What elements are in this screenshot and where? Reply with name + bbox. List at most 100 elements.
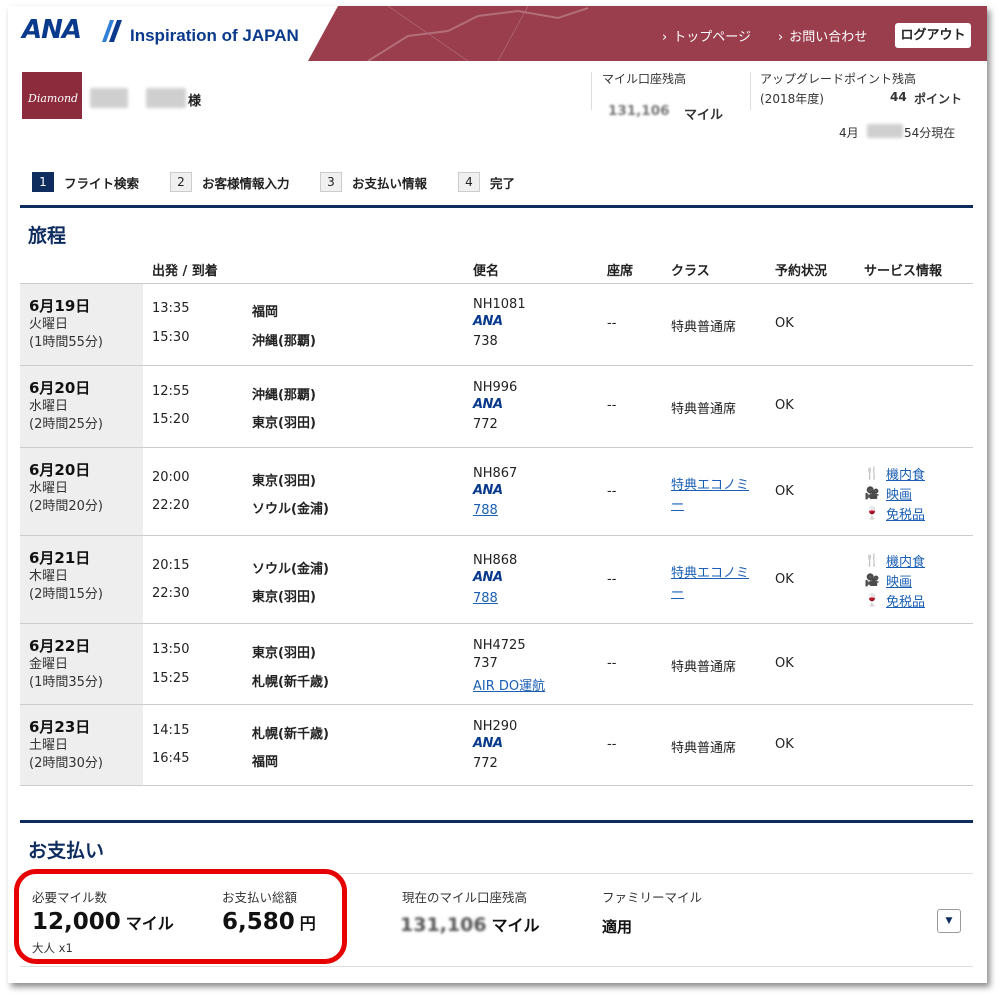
- arr-time: 15:25: [152, 671, 190, 686]
- col-header-class: クラス: [671, 264, 710, 279]
- expand-dropdown-button[interactable]: ▼: [937, 909, 961, 933]
- flight-number: NH4725: [473, 638, 526, 653]
- diamond-status-badge: Diamond: [22, 72, 82, 119]
- step-label: フライト検索: [64, 175, 140, 191]
- seat: --: [607, 572, 617, 587]
- step-number: 2: [170, 172, 192, 192]
- service-dutyfree[interactable]: 🍷 免税品: [864, 590, 926, 610]
- step-label: 完了: [490, 175, 516, 191]
- fare-class-link[interactable]: ー: [671, 582, 684, 601]
- step-number: 3: [320, 172, 342, 192]
- dep-airport: 札幌(新千歳): [252, 727, 329, 742]
- service-link[interactable]: 映画: [886, 484, 912, 503]
- flight-date: 6月23日: [29, 718, 91, 736]
- upgrade-points-unit: ポイント: [914, 92, 963, 106]
- booking-status: OK: [775, 737, 794, 752]
- date-cell: 6月22日 金曜日 (1時間35分): [20, 624, 143, 704]
- divider: [591, 72, 592, 110]
- fork-knife-icon: 🍴: [864, 466, 880, 480]
- fare-class: 特典普通席: [671, 402, 737, 417]
- current-miles-label: 現在のマイル口座残高: [402, 890, 528, 905]
- col-header-services: サービス情報: [864, 264, 943, 279]
- divider: [750, 72, 751, 110]
- seat: --: [607, 316, 617, 331]
- aircraft-type: 738: [473, 334, 498, 349]
- flight-weekday: 木曜日: [29, 569, 69, 584]
- service-meal[interactable]: 🍴 機内食: [864, 463, 926, 483]
- service-dutyfree[interactable]: 🍷 免税品: [864, 503, 926, 523]
- flight-duration: (2時間25分): [29, 417, 103, 432]
- dep-airport: 沖縄(那覇): [252, 388, 316, 403]
- aircraft-link[interactable]: 788: [473, 591, 498, 606]
- booking-status: OK: [775, 316, 794, 331]
- ana-logo[interactable]: ANA: [22, 15, 82, 45]
- seat: --: [607, 737, 617, 752]
- step-label: お客様情報入力: [202, 175, 290, 191]
- service-meal[interactable]: 🍴 機内食: [864, 550, 926, 570]
- seat: --: [607, 398, 617, 413]
- flight-row: 6月20日 水曜日 (2時間20分) 20:00 東京(羽田) 22:20 ソウ…: [20, 447, 973, 535]
- dep-airport: 福岡: [252, 305, 279, 320]
- service-movie[interactable]: 🎥 映画: [864, 570, 925, 590]
- fare-class-link[interactable]: 特典エコノミ: [671, 474, 749, 493]
- col-header-flight: 便名: [473, 264, 500, 279]
- service-link[interactable]: 免税品: [886, 504, 925, 523]
- miles-balance-label: マイル口座残高: [602, 72, 687, 86]
- service-link[interactable]: 免税品: [886, 591, 925, 610]
- services-list: 🍴 機内食 🎥 映画 🍷 免税品: [864, 550, 926, 610]
- date-cell: 6月20日 水曜日 (2時間20分): [20, 448, 143, 535]
- flight-row: 6月19日 火曜日 (1時間55分) 13:35 福岡 15:30 沖縄(那覇)…: [20, 283, 973, 365]
- logout-button[interactable]: ログアウト: [895, 23, 971, 48]
- flight-row: 6月22日 金曜日 (1時間35分) 13:50 東京(羽田) 15:25 札幌…: [20, 623, 973, 704]
- col-header-seat: 座席: [607, 264, 634, 279]
- flight-duration: (2時間15分): [29, 587, 103, 602]
- step-number: 4: [458, 172, 480, 192]
- arr-time: 15:30: [152, 330, 190, 345]
- operator-link[interactable]: AIR DO運航: [473, 675, 545, 694]
- current-miles-value: 131,106 マイル: [400, 912, 540, 936]
- step-complete: 4 完了: [458, 171, 515, 193]
- flight-number: NH867: [473, 466, 518, 481]
- ana-mini-logo: ANA: [473, 314, 503, 329]
- top-page-link[interactable]: トップページ: [662, 26, 751, 45]
- dep-airport: 東京(羽田): [252, 646, 316, 661]
- dep-time: 14:15: [152, 723, 190, 738]
- arr-time: 15:20: [152, 412, 190, 427]
- dep-time: 13:50: [152, 642, 190, 657]
- flight-date: 6月21日: [29, 549, 91, 567]
- ana-mini-logo: ANA: [473, 570, 503, 585]
- arr-airport: 札幌(新千歳): [252, 675, 329, 690]
- flight-weekday: 金曜日: [29, 657, 69, 672]
- fare-class-link[interactable]: ー: [671, 494, 684, 513]
- seat: --: [607, 656, 617, 671]
- dep-time: 13:35: [152, 301, 190, 316]
- step-flight-search: 1 フライト検索: [32, 171, 139, 193]
- dep-time: 12:55: [152, 384, 190, 399]
- step-label: お支払い情報: [352, 175, 428, 191]
- service-link[interactable]: 機内食: [886, 464, 925, 483]
- arr-airport: 沖縄(那覇): [252, 334, 316, 349]
- flight-duration: (1時間55分): [29, 335, 103, 350]
- service-movie[interactable]: 🎥 映画: [864, 483, 925, 503]
- flight-weekday: 火曜日: [29, 317, 69, 332]
- family-miles-value: 適用: [602, 918, 633, 936]
- step-number: 1: [32, 172, 54, 192]
- fare-class: 特典普通席: [671, 741, 737, 756]
- fare-class-link[interactable]: 特典エコノミ: [671, 562, 749, 581]
- aircraft-link[interactable]: 788: [473, 503, 498, 518]
- flight-row: 6月21日 木曜日 (2時間15分) 20:15 ソウル(金浦) 22:30 東…: [20, 535, 973, 623]
- contact-link[interactable]: お問い合わせ: [778, 26, 867, 45]
- flight-weekday: 水曜日: [29, 481, 69, 496]
- section-divider: [20, 205, 973, 208]
- flight-duration: (2時間20分): [29, 499, 103, 514]
- booking-status: OK: [775, 398, 794, 413]
- section-divider: [20, 820, 973, 823]
- projector-icon: 🎥: [864, 486, 880, 500]
- date-cell: 6月23日 土曜日 (2時間30分): [20, 705, 143, 785]
- service-link[interactable]: 映画: [886, 571, 912, 590]
- arr-airport: 福岡: [252, 755, 279, 770]
- redacted-name: [146, 88, 186, 108]
- service-link[interactable]: 機内食: [886, 551, 925, 570]
- arr-airport: ソウル(金浦): [252, 502, 329, 517]
- upgrade-points-value: 44: [890, 90, 907, 104]
